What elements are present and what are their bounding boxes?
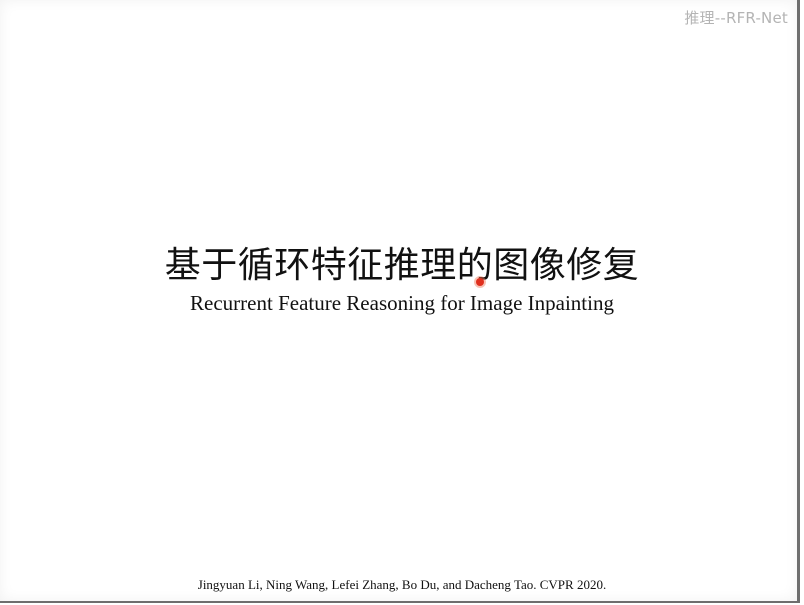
presentation-slide[interactable]: 基于循环特征推理的图像修复 Recurrent Feature Reasonin… — [0, 0, 800, 603]
watermark-label: 推理--RFR-Net — [684, 9, 788, 27]
screen: 基于循环特征推理的图像修复 Recurrent Feature Reasonin… — [0, 0, 804, 605]
slide-title-chinese: 基于循环特征推理的图像修复 — [164, 245, 640, 286]
slide-citation: Jingyuan Li, Ning Wang, Lefei Zhang, Bo … — [197, 577, 607, 592]
slide-title-english: Recurrent Feature Reasoning for Image In… — [190, 291, 614, 315]
laser-pointer-icon — [476, 278, 484, 286]
